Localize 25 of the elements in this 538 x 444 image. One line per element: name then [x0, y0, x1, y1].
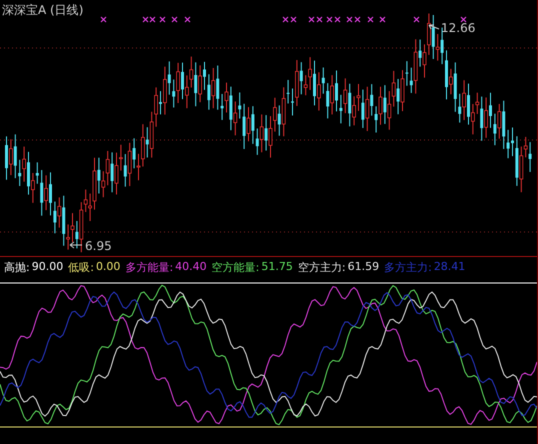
cross-mark-icon	[367, 16, 374, 23]
indicator-value: 28.41	[434, 260, 466, 274]
indicator-value: 0.00	[96, 260, 120, 274]
pointer-arrow	[70, 242, 82, 248]
indicator-value: 61.59	[348, 260, 380, 274]
indicator-label: 空方能量:	[212, 260, 260, 274]
cross-mark-icon	[171, 16, 178, 23]
cross-mark-icon	[159, 16, 166, 23]
pointer-arrow	[428, 24, 440, 30]
price-label: 12.66	[441, 21, 476, 35]
cross-mark-icon	[413, 16, 420, 23]
indicator-label: 多方能量:	[125, 260, 174, 274]
indicator-value: 51.75	[261, 260, 293, 274]
cross-mark-icon	[379, 16, 386, 23]
chart-title: 深深宝A (日线)	[2, 2, 84, 19]
cross-mark-icon	[100, 16, 107, 23]
indicator-label: 高抛:	[4, 260, 30, 274]
cross-mark-icon	[184, 16, 191, 23]
cross-mark-icon	[460, 16, 467, 23]
indicator-label: 多方主力:	[384, 260, 432, 274]
indicator-value: 90.00	[32, 260, 64, 274]
indicator-label: 空方主力:	[298, 260, 346, 274]
indicator-label: 低吸:	[68, 260, 94, 274]
price-label: 6.95	[85, 239, 112, 253]
indicator-value: 40.40	[175, 260, 207, 274]
